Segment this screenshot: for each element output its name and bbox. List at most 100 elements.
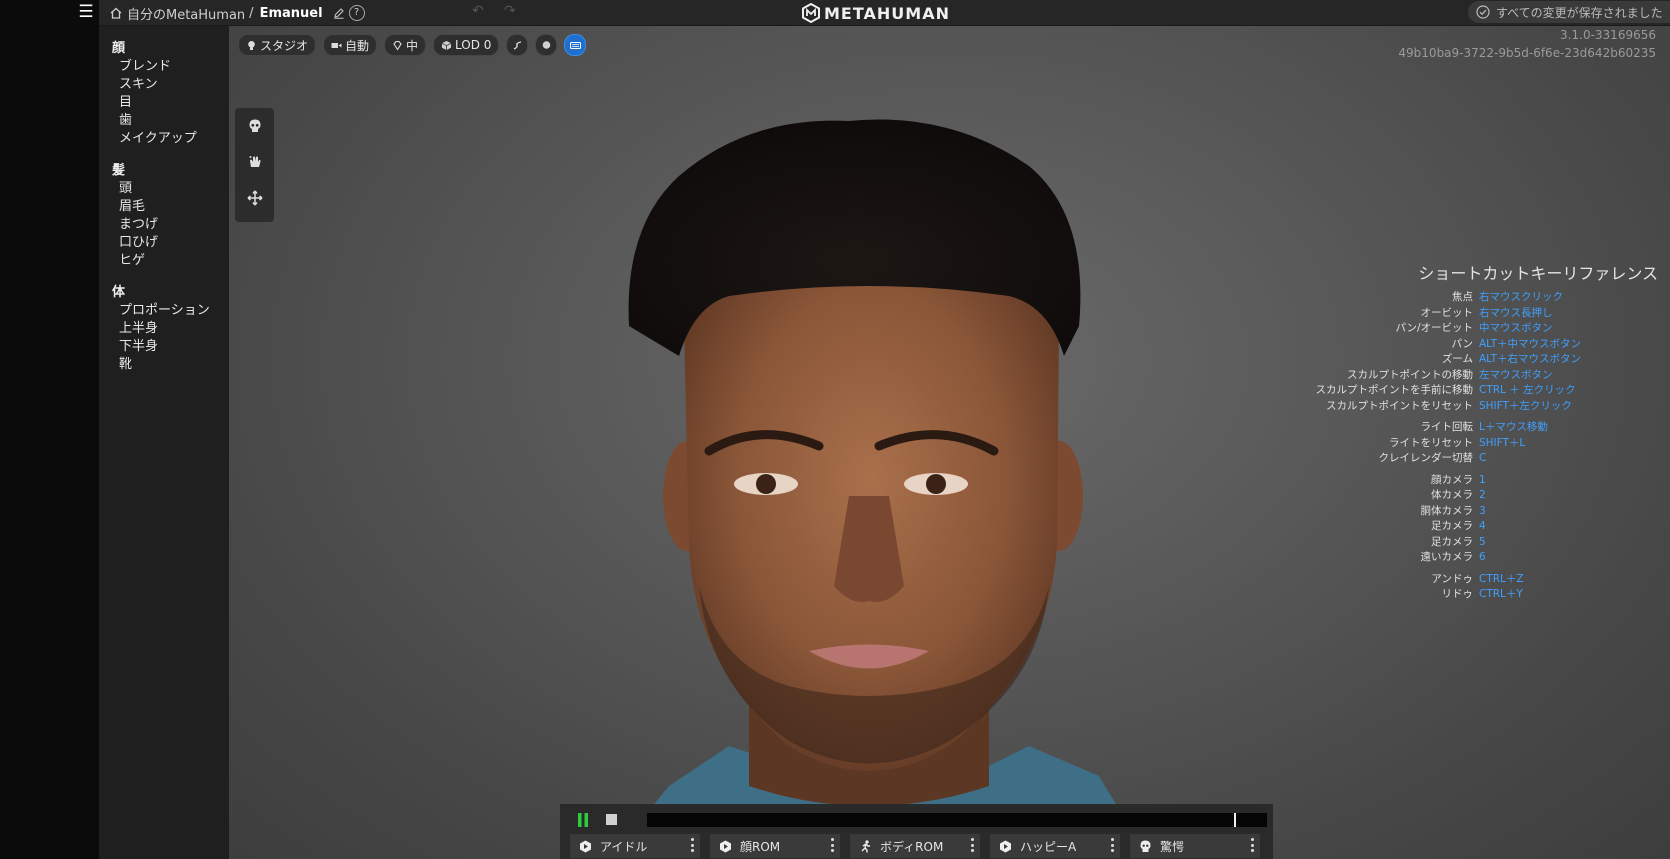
animation-idle[interactable]: アイドル (570, 834, 700, 858)
render-mode-button[interactable] (506, 34, 529, 56)
stop-icon[interactable] (606, 814, 617, 825)
window-left-edge (0, 0, 99, 859)
animation-timeline[interactable] (647, 813, 1267, 827)
clay-render-button[interactable] (535, 34, 558, 56)
character-name: Emanuel (259, 5, 323, 21)
animation-body-rom[interactable]: ボディROM (850, 834, 980, 858)
shortcut-key: 3 (1479, 504, 1486, 517)
shortcut-reference: ショートカットキーリファレンス 焦点 右マウスクリック オービット 右マウス長押し … (1308, 260, 1668, 603)
shortcut-label: スカルプトポイントを手前に移動 (1315, 384, 1474, 396)
shortcut-label: ズーム (1441, 353, 1473, 365)
help-icon[interactable]: ? (348, 5, 365, 21)
animation-label: アイドル (600, 839, 648, 854)
home-icon[interactable] (109, 6, 123, 20)
camera-selector[interactable]: 自動 (323, 34, 378, 56)
sidebar-item-head-hair[interactable]: 頭 (99, 180, 229, 198)
shortcut-row: 遠いカメラ 6 (1308, 550, 1668, 566)
version-info: 3.1.0-33169656 49b10ba9-3722-9b5d-6f6e-2… (1398, 26, 1656, 62)
shortcut-row: スカルプトポイントの移動 左マウスボタン (1308, 368, 1668, 384)
running-figure-icon (861, 839, 870, 852)
keyboard-icon (569, 41, 581, 49)
play-circle-icon (1000, 840, 1011, 852)
cube-icon (441, 40, 452, 50)
metahuman-logo-icon (802, 3, 820, 23)
animation-label: 驚愕 (1160, 839, 1185, 854)
shortcut-group-cameras: 顔カメラ 1 体カメラ 2 胴体カメラ 3 足カメラ 4 足カメラ 5 遠いカメラ 6 (1308, 473, 1668, 566)
shortcut-label: 焦点 (1452, 291, 1473, 303)
sidebar-item-shoes[interactable]: 靴 (99, 356, 229, 374)
breadcrumb: 自分のMetaHuman / Emanuel ? (109, 3, 365, 23)
shortcut-row: 体カメラ 2 (1308, 488, 1668, 504)
shortcut-key: 右マウスクリック (1479, 291, 1563, 303)
breadcrumb-root[interactable]: 自分のMetaHuman (127, 4, 245, 23)
hamburger-menu-icon[interactable]: ☰ (77, 3, 95, 21)
sidebar-group-title[interactable]: 顔 (99, 40, 229, 58)
sidebar-item-upper-body[interactable]: 上半身 (99, 320, 229, 338)
sidebar-group-title[interactable]: 髪 (99, 162, 229, 180)
skull-face-icon (249, 119, 260, 132)
shortcut-label: 足カメラ (1431, 535, 1473, 548)
shortcut-key: CTRL ＋ 左クリック (1479, 384, 1576, 396)
shortcut-key: 4 (1479, 520, 1486, 532)
sidebar-item-proportions[interactable]: プロポーション (99, 302, 229, 320)
more-options-icon[interactable] (1250, 838, 1254, 852)
redo-icon[interactable]: ↷ (504, 3, 516, 19)
more-options-icon[interactable] (970, 838, 974, 852)
more-options-icon[interactable] (690, 838, 694, 852)
build-hash: 49b10ba9-3722-9b5d-6f6e-23d642b60235 (1398, 46, 1656, 60)
animation-presets: アイドル 顔ROM ボディROM ハッピーA 驚愕 (560, 834, 1273, 859)
sidebar-item-mustache[interactable]: 口ひげ (99, 234, 229, 252)
sidebar-item-makeup[interactable]: メイクアップ (99, 130, 229, 148)
quality-label: 中 (406, 38, 419, 53)
lighting-label: スタジオ (260, 38, 309, 53)
lod-selector[interactable]: LOD 0 (433, 34, 500, 56)
3d-viewport[interactable]: スタジオ 自動 中 LOD 0 3.1.0-33169656 49b10ba9-… (229, 26, 1670, 859)
pause-icon[interactable] (577, 813, 589, 827)
animation-surprise[interactable]: 驚愕 (1130, 834, 1260, 858)
shortcut-label: 遠いカメラ (1420, 551, 1474, 563)
sidebar-item-blend[interactable]: ブレンド (99, 58, 229, 76)
dna-strand-icon (513, 40, 522, 50)
quality-selector[interactable]: 中 (384, 34, 427, 56)
face-tool-button[interactable] (235, 108, 274, 144)
animation-label: ボディROM (880, 839, 944, 854)
shortcut-group-lighting: ライト回転 L＋マウス移動 ライトをリセット SHIFT＋L クレイレンダー切替 C (1308, 420, 1668, 467)
viewport-toolbar: スタジオ 自動 中 LOD 0 (238, 34, 593, 56)
sculpt-tool-button[interactable] (235, 144, 274, 180)
sidebar-group-body: 体 プロポーション 上半身 下半身 靴 (99, 284, 229, 374)
breadcrumb-separator: / (249, 5, 254, 21)
sidebar-item-beard[interactable]: ヒゲ (99, 252, 229, 270)
sidebar-item-eyelashes[interactable]: まつげ (99, 216, 229, 234)
timeline-playhead[interactable] (1234, 813, 1236, 827)
shortcut-key: ALT＋右マウスボタン (1479, 353, 1582, 365)
animation-happy-a[interactable]: ハッピーA (990, 834, 1120, 858)
move-tool-button[interactable] (235, 180, 274, 216)
shortcut-key: 右マウス長押し (1479, 306, 1553, 319)
lighting-selector[interactable]: スタジオ (238, 34, 317, 56)
edit-pencil-icon[interactable] (333, 7, 345, 19)
top-bar: ☰ 自分のMetaHuman / Emanuel ? ↶ ↷ METAHUMAN… (78, 0, 1670, 26)
shortcut-label: リドゥ (1441, 588, 1474, 600)
sidebar-item-skin[interactable]: スキン (99, 76, 229, 94)
sidebar-item-lower-body[interactable]: 下半身 (99, 338, 229, 356)
sidebar-item-eyebrows[interactable]: 眉毛 (99, 198, 229, 216)
keyboard-shortcuts-button[interactable] (564, 34, 587, 56)
sidebar-item-teeth[interactable]: 歯 (99, 112, 229, 130)
shortcut-label: ライトをリセット (1389, 436, 1473, 449)
skull-face-icon (1140, 840, 1151, 852)
shortcut-row: リドゥ CTRL＋Y (1308, 587, 1668, 603)
shortcut-row: 胴体カメラ 3 (1308, 504, 1668, 520)
more-options-icon[interactable] (1110, 838, 1114, 852)
sidebar-item-eyes[interactable]: 目 (99, 94, 229, 112)
more-options-icon[interactable] (830, 838, 834, 852)
tool-palette (235, 108, 274, 222)
shortcut-label: パン (1451, 337, 1473, 350)
animation-face-rom[interactable]: 顔ROM (710, 834, 840, 858)
sidebar-group-title[interactable]: 体 (99, 284, 229, 302)
lightbulb-icon (248, 40, 255, 50)
undo-icon[interactable]: ↶ (472, 3, 484, 19)
shortcut-key: 6 (1479, 551, 1486, 563)
shortcut-row: ライトをリセット SHIFT＋L (1308, 436, 1668, 452)
shortcut-row: ズーム ALT＋右マウスボタン (1308, 352, 1668, 368)
shortcut-label: スカルプトポイントの移動 (1347, 368, 1473, 381)
